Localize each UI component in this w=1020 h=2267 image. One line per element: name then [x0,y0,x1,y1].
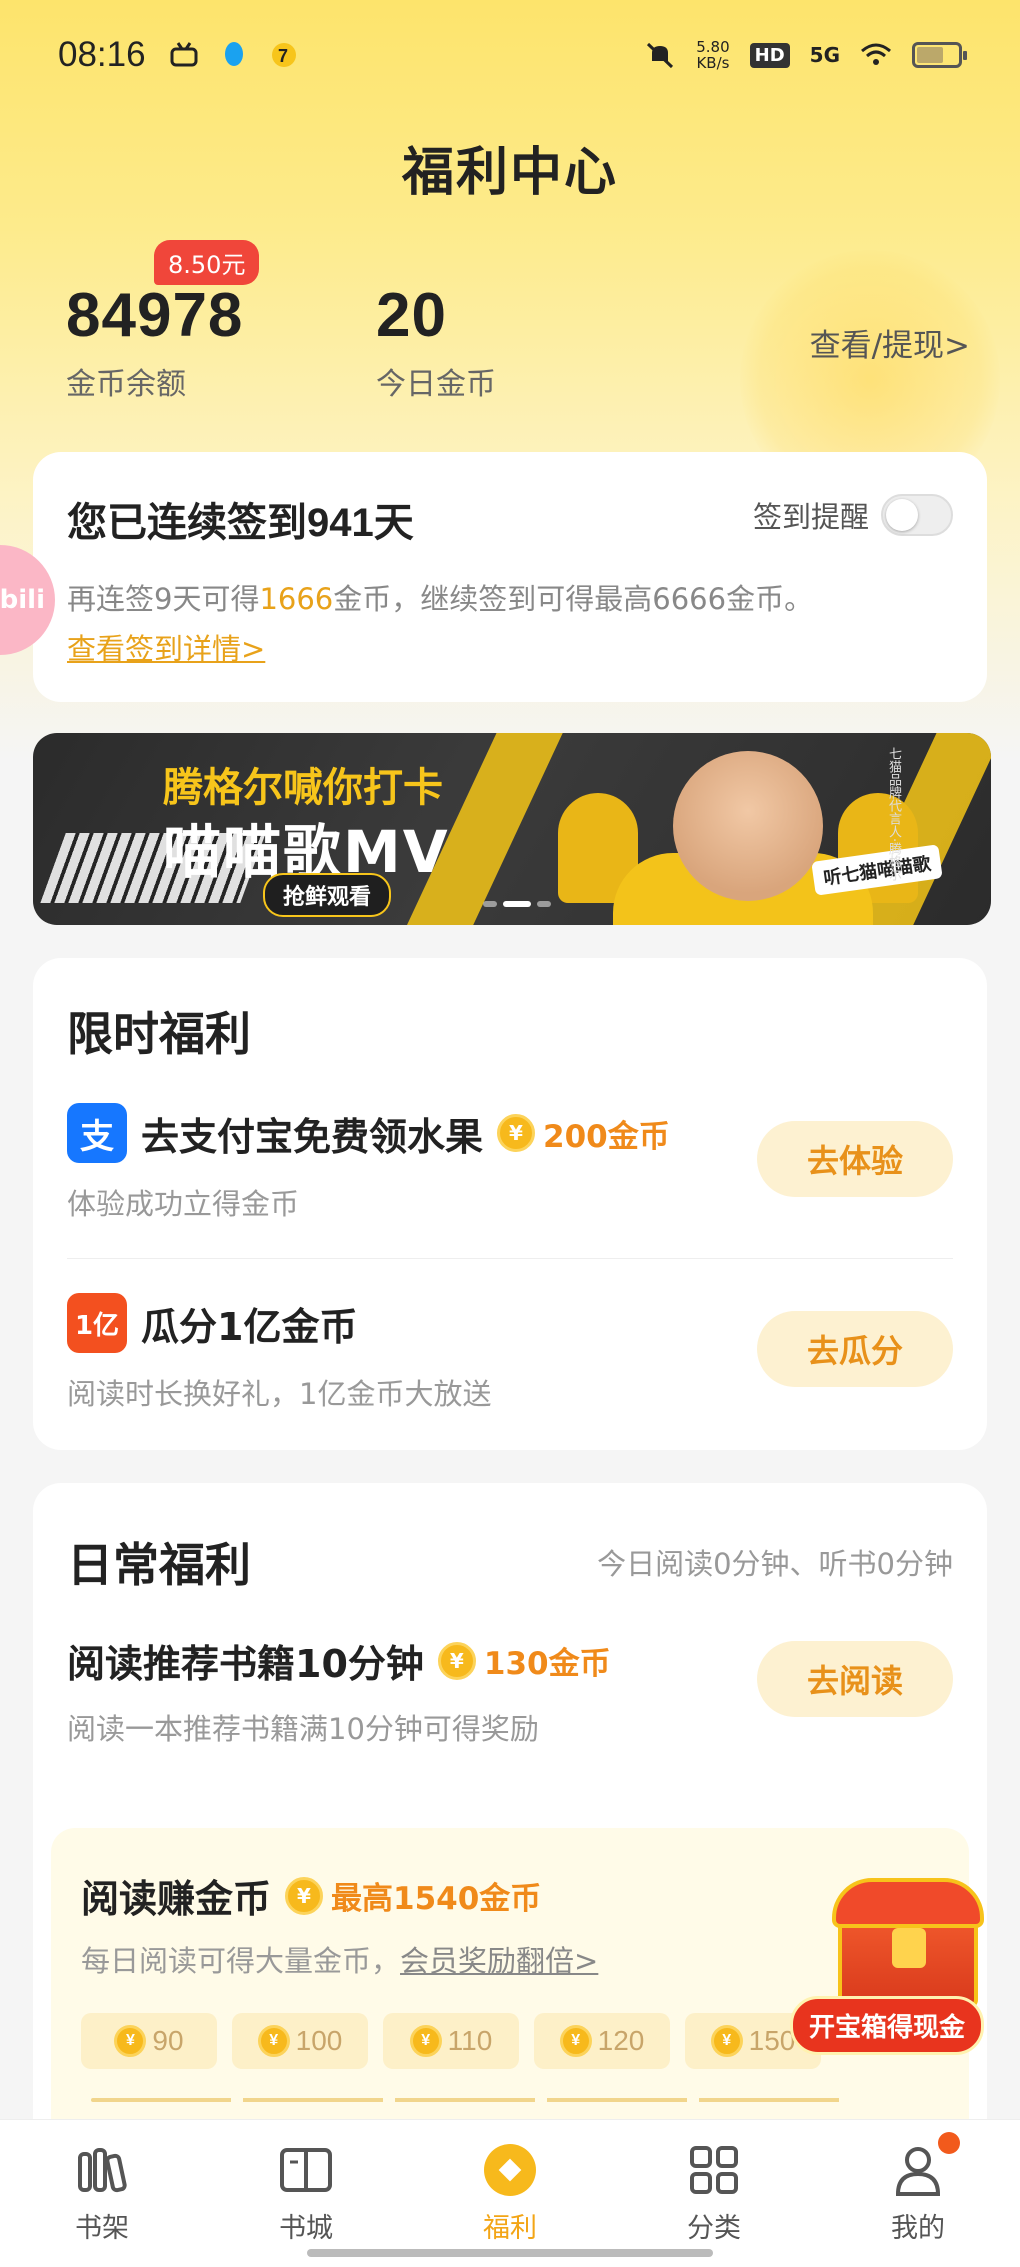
qimao-icon: 7 [271,43,296,67]
task-name: 阅读推荐书籍10分钟 [67,1642,424,1686]
treasure-label: 开宝箱得现金 [790,1996,985,2055]
balance-row: 8.50元 84978 金币余额 20 今日金币 查看/提现> [66,240,970,410]
coin-balance-value: 84978 [66,281,244,350]
tab-bookstore[interactable]: 书城 [204,2120,408,2267]
limited-welfare-card: 限时福利 支 去支付宝免费领水果 ¥ 200金币 体验成功立得金币 去体验 1亿… [33,958,987,1450]
daily-title: 日常福利 [67,1538,251,1592]
grid-icon [690,2146,738,2194]
task-read-recommended: 阅读推荐书籍10分钟 ¥ 130金币 阅读一本推荐书籍满10分钟可得奖励 去阅读 [67,1633,953,1748]
mute-icon [647,42,674,69]
task-name: 瓜分1亿金币 [141,1304,358,1349]
welfare-diamond-icon [484,2144,536,2196]
coin-icon: ¥ [285,1876,324,1915]
coin-balance-label: 金币余额 [66,367,186,402]
divider [67,1258,953,1259]
task-name: 去支付宝免费领水果 [141,1114,484,1159]
cash-badge: 8.50元 [154,240,260,285]
coin-icon: ¥ [437,1641,476,1680]
qq-icon [224,42,243,66]
signin-description: 再连签9天可得1666金币，继续签到可得最高6666金币。 [67,582,814,616]
reminder-toggle[interactable] [881,494,953,536]
bottom-tab-bar: 书架 书城 福利 分类 我的 [0,2119,1020,2267]
task-reward: 200金币 [543,1118,670,1155]
tab-label: 分类 [687,2213,741,2244]
tab-label: 福利 [483,2213,537,2244]
signin-card: 您已连续签到941天 签到提醒 再连签9天可得1666金币，继续签到可得最高66… [33,452,987,702]
chest-lid [832,1878,984,1928]
earn-title: 阅读赚金币 ¥ 最高1540金币 [81,1876,542,1921]
signin-detail-link[interactable]: 查看签到详情> [67,626,265,668]
tab-label: 书城 [279,2213,333,2244]
reminder-label: 签到提醒 [752,500,869,534]
task-reward: 130金币 [483,1646,611,1682]
milestone-item[interactable]: ¥120 [534,2013,670,2069]
status-bar: 08:16 7 5.80 KB/s HD 5G [0,0,1020,110]
split-button[interactable]: 去瓜分 [757,1311,953,1387]
tab-label: 书架 [75,2213,129,2244]
earn-subtitle: 每日阅读可得大量金币，会员奖励翻倍> [81,1944,599,1978]
coin-icon: ¥ [497,1114,536,1152]
yi-icon: 1亿 [67,1293,127,1353]
task-split-coins: 1亿 瓜分1亿金币 阅读时长换好礼，1亿金币大放送 去瓜分 [67,1293,953,1413]
daily-reading-note: 今日阅读0分钟、听书0分钟 [597,1547,953,1581]
milestone-item[interactable]: ¥100 [232,2013,368,2069]
signal-5g: 5G [809,43,840,67]
milestones: ¥90 ¥100 ¥110 ¥120 ¥150 [81,2013,821,2069]
signin-reminder: 签到提醒 [753,494,953,536]
promo-banner[interactable]: 腾格尔喊你打卡 喵喵歌MV 抢鲜观看 听七猫喵喵歌 七猫品牌代言人·腾格尔 [33,733,991,925]
page-title: 福利中心 [401,143,618,203]
tab-welfare[interactable]: 福利 [408,2120,612,2267]
vip-double-link[interactable]: 会员奖励翻倍> [400,1944,598,1978]
milestone-item[interactable]: ¥110 [383,2013,519,2069]
notification-dot [938,2132,960,2154]
tab-mine[interactable]: 我的 [816,2120,1020,2267]
today-coins-label: 今日金币 [376,367,496,402]
task-alipay: 支 去支付宝免费领水果 ¥ 200金币 体验成功立得金币 去体验 [67,1103,953,1223]
book-open-icon [280,2148,332,2192]
tab-category[interactable]: 分类 [612,2120,816,2267]
try-button[interactable]: 去体验 [757,1121,953,1197]
treasure-chest-float[interactable]: 开宝箱得现金 [790,1868,1010,2058]
hd-badge: HD [749,42,790,68]
bookshelf-icon [78,2148,127,2193]
home-indicator[interactable] [307,2249,713,2257]
battery-icon [912,42,967,68]
alipay-icon: 支 [67,1103,127,1163]
banner-portrait [673,751,823,901]
banner-vertical-text: 七猫品牌代言人·腾格尔 [886,747,901,882]
tv-icon [170,42,198,67]
tab-label: 我的 [891,2213,945,2244]
reading-progress [91,2098,851,2102]
milestone-item[interactable]: ¥90 [81,2013,217,2069]
banner-cta: 抢鲜观看 [263,873,392,917]
read-button[interactable]: 去阅读 [757,1641,953,1717]
status-time: 08:16 [58,35,146,74]
withdraw-link[interactable]: 查看/提现> [810,320,970,365]
tab-bookshelf[interactable]: 书架 [0,2120,204,2267]
chest-lock-icon [892,1928,926,1968]
wifi-icon [861,43,891,65]
today-coins-value: 20 [376,281,447,350]
svg-text:7: 7 [278,46,288,66]
today-coins[interactable]: 20 今日金币 [376,280,496,403]
daily-welfare-card: 日常福利 今日阅读0分钟、听书0分钟 阅读推荐书籍10分钟 ¥ 130金币 阅读… [33,1483,987,2228]
banner-pager [483,901,551,907]
coin-balance[interactable]: 84978 金币余额 [66,280,243,403]
limited-title: 限时福利 [67,1007,251,1061]
net-speed: 5.80 KB/s [696,38,730,72]
